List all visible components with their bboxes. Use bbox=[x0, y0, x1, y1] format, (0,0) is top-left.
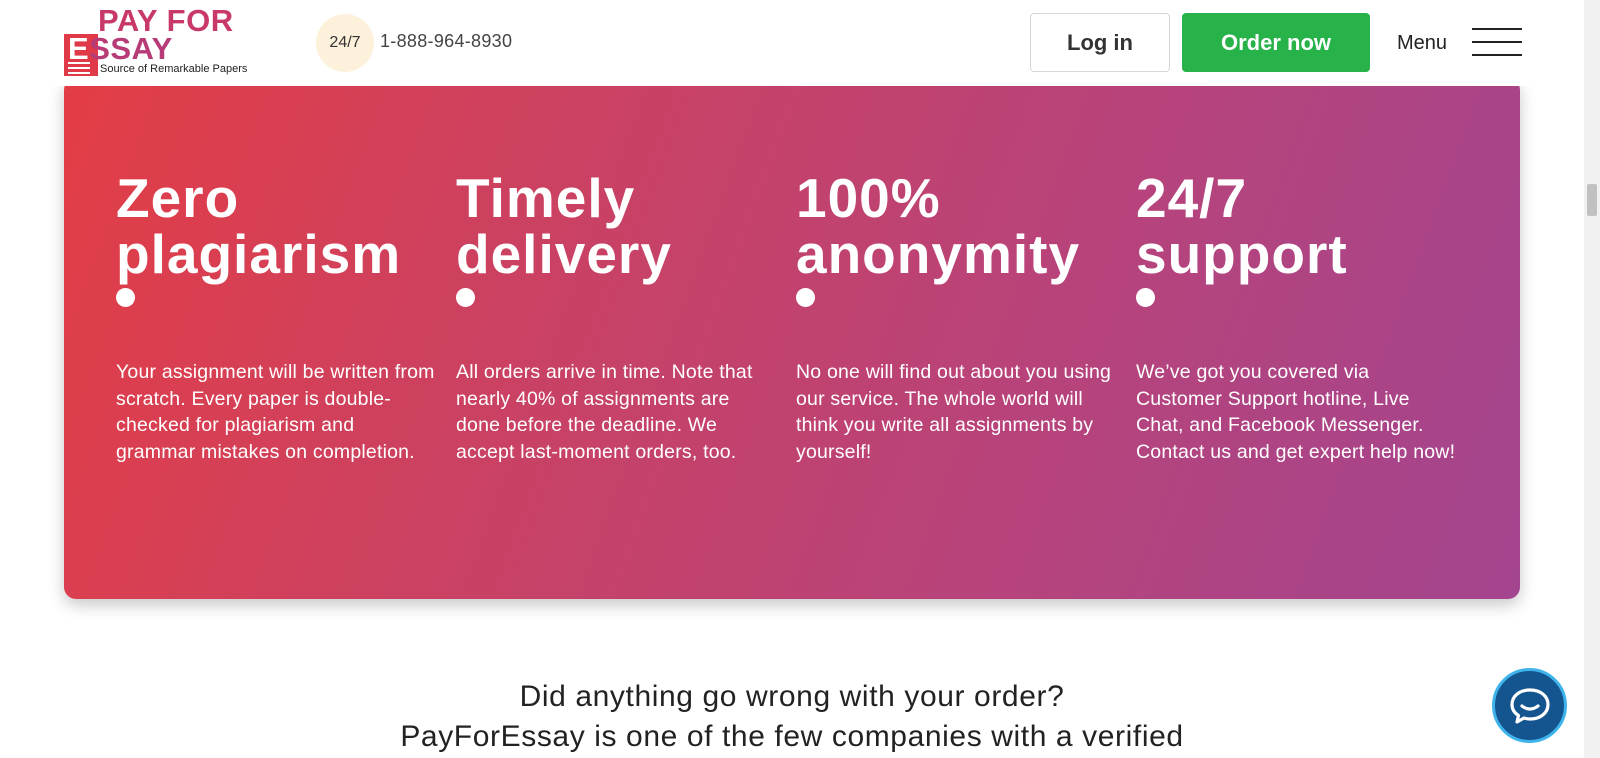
feature-support: 24/7 support We’ve got you covered via Cu… bbox=[1136, 170, 1456, 465]
feature-description: All orders arrive in time. Note that nea… bbox=[456, 361, 753, 463]
feature-title: Timely delivery bbox=[456, 167, 672, 285]
bullet-dot-icon bbox=[456, 288, 475, 307]
login-button[interactable]: Log in bbox=[1030, 13, 1170, 72]
feature-zero-plagiarism: Zero plagiarism Your assignment will be w… bbox=[116, 170, 436, 465]
support-24-7-badge: 24/7 bbox=[316, 14, 374, 72]
feature-description: Your assignment will be written from scr… bbox=[116, 361, 435, 463]
guarantee-heading-line1: Did anything go wrong with your order? bbox=[519, 680, 1065, 713]
feature-title: 24/7 support bbox=[1136, 167, 1348, 285]
menu-label[interactable]: Menu bbox=[1397, 32, 1447, 55]
feature-description: We’ve got you covered via Customer Suppo… bbox=[1136, 361, 1456, 463]
site-logo[interactable]: PAY FOR ESSAY Source of Remarkable Paper… bbox=[62, 5, 282, 80]
bullet-dot-icon bbox=[796, 288, 815, 307]
phone-number-link[interactable]: 1-888-964-8930 bbox=[380, 31, 512, 52]
feature-timely-delivery: Timely delivery All orders arrive in time… bbox=[456, 170, 776, 465]
site-header: PAY FOR ESSAY Source of Remarkable Paper… bbox=[0, 0, 1584, 86]
scrollbar-thumb[interactable] bbox=[1587, 184, 1597, 216]
hamburger-icon[interactable] bbox=[1472, 28, 1522, 58]
feature-description: No one will find out about you using our… bbox=[796, 361, 1112, 463]
feature-title: 100% anonymity bbox=[796, 167, 1081, 285]
order-now-button[interactable]: Order now bbox=[1182, 13, 1370, 72]
chat-bubble-icon[interactable] bbox=[1492, 668, 1567, 743]
bullet-dot-icon bbox=[1136, 288, 1155, 307]
logo-text-line2: ESSAY bbox=[68, 31, 173, 66]
feature-title: Zero plagiarism bbox=[116, 167, 402, 285]
feature-anonymity: 100% anonymity No one will find out about… bbox=[796, 170, 1116, 465]
guarantee-heading-line2: PayForEssay is one of the few companies … bbox=[400, 720, 1184, 753]
logo-tagline: Source of Remarkable Papers bbox=[100, 63, 248, 75]
features-panel: Zero plagiarism Your assignment will be w… bbox=[64, 78, 1520, 599]
bullet-dot-icon bbox=[116, 288, 135, 307]
chat-bubble-glyph-icon bbox=[1509, 687, 1550, 724]
page-scrollbar[interactable] bbox=[1584, 0, 1600, 758]
